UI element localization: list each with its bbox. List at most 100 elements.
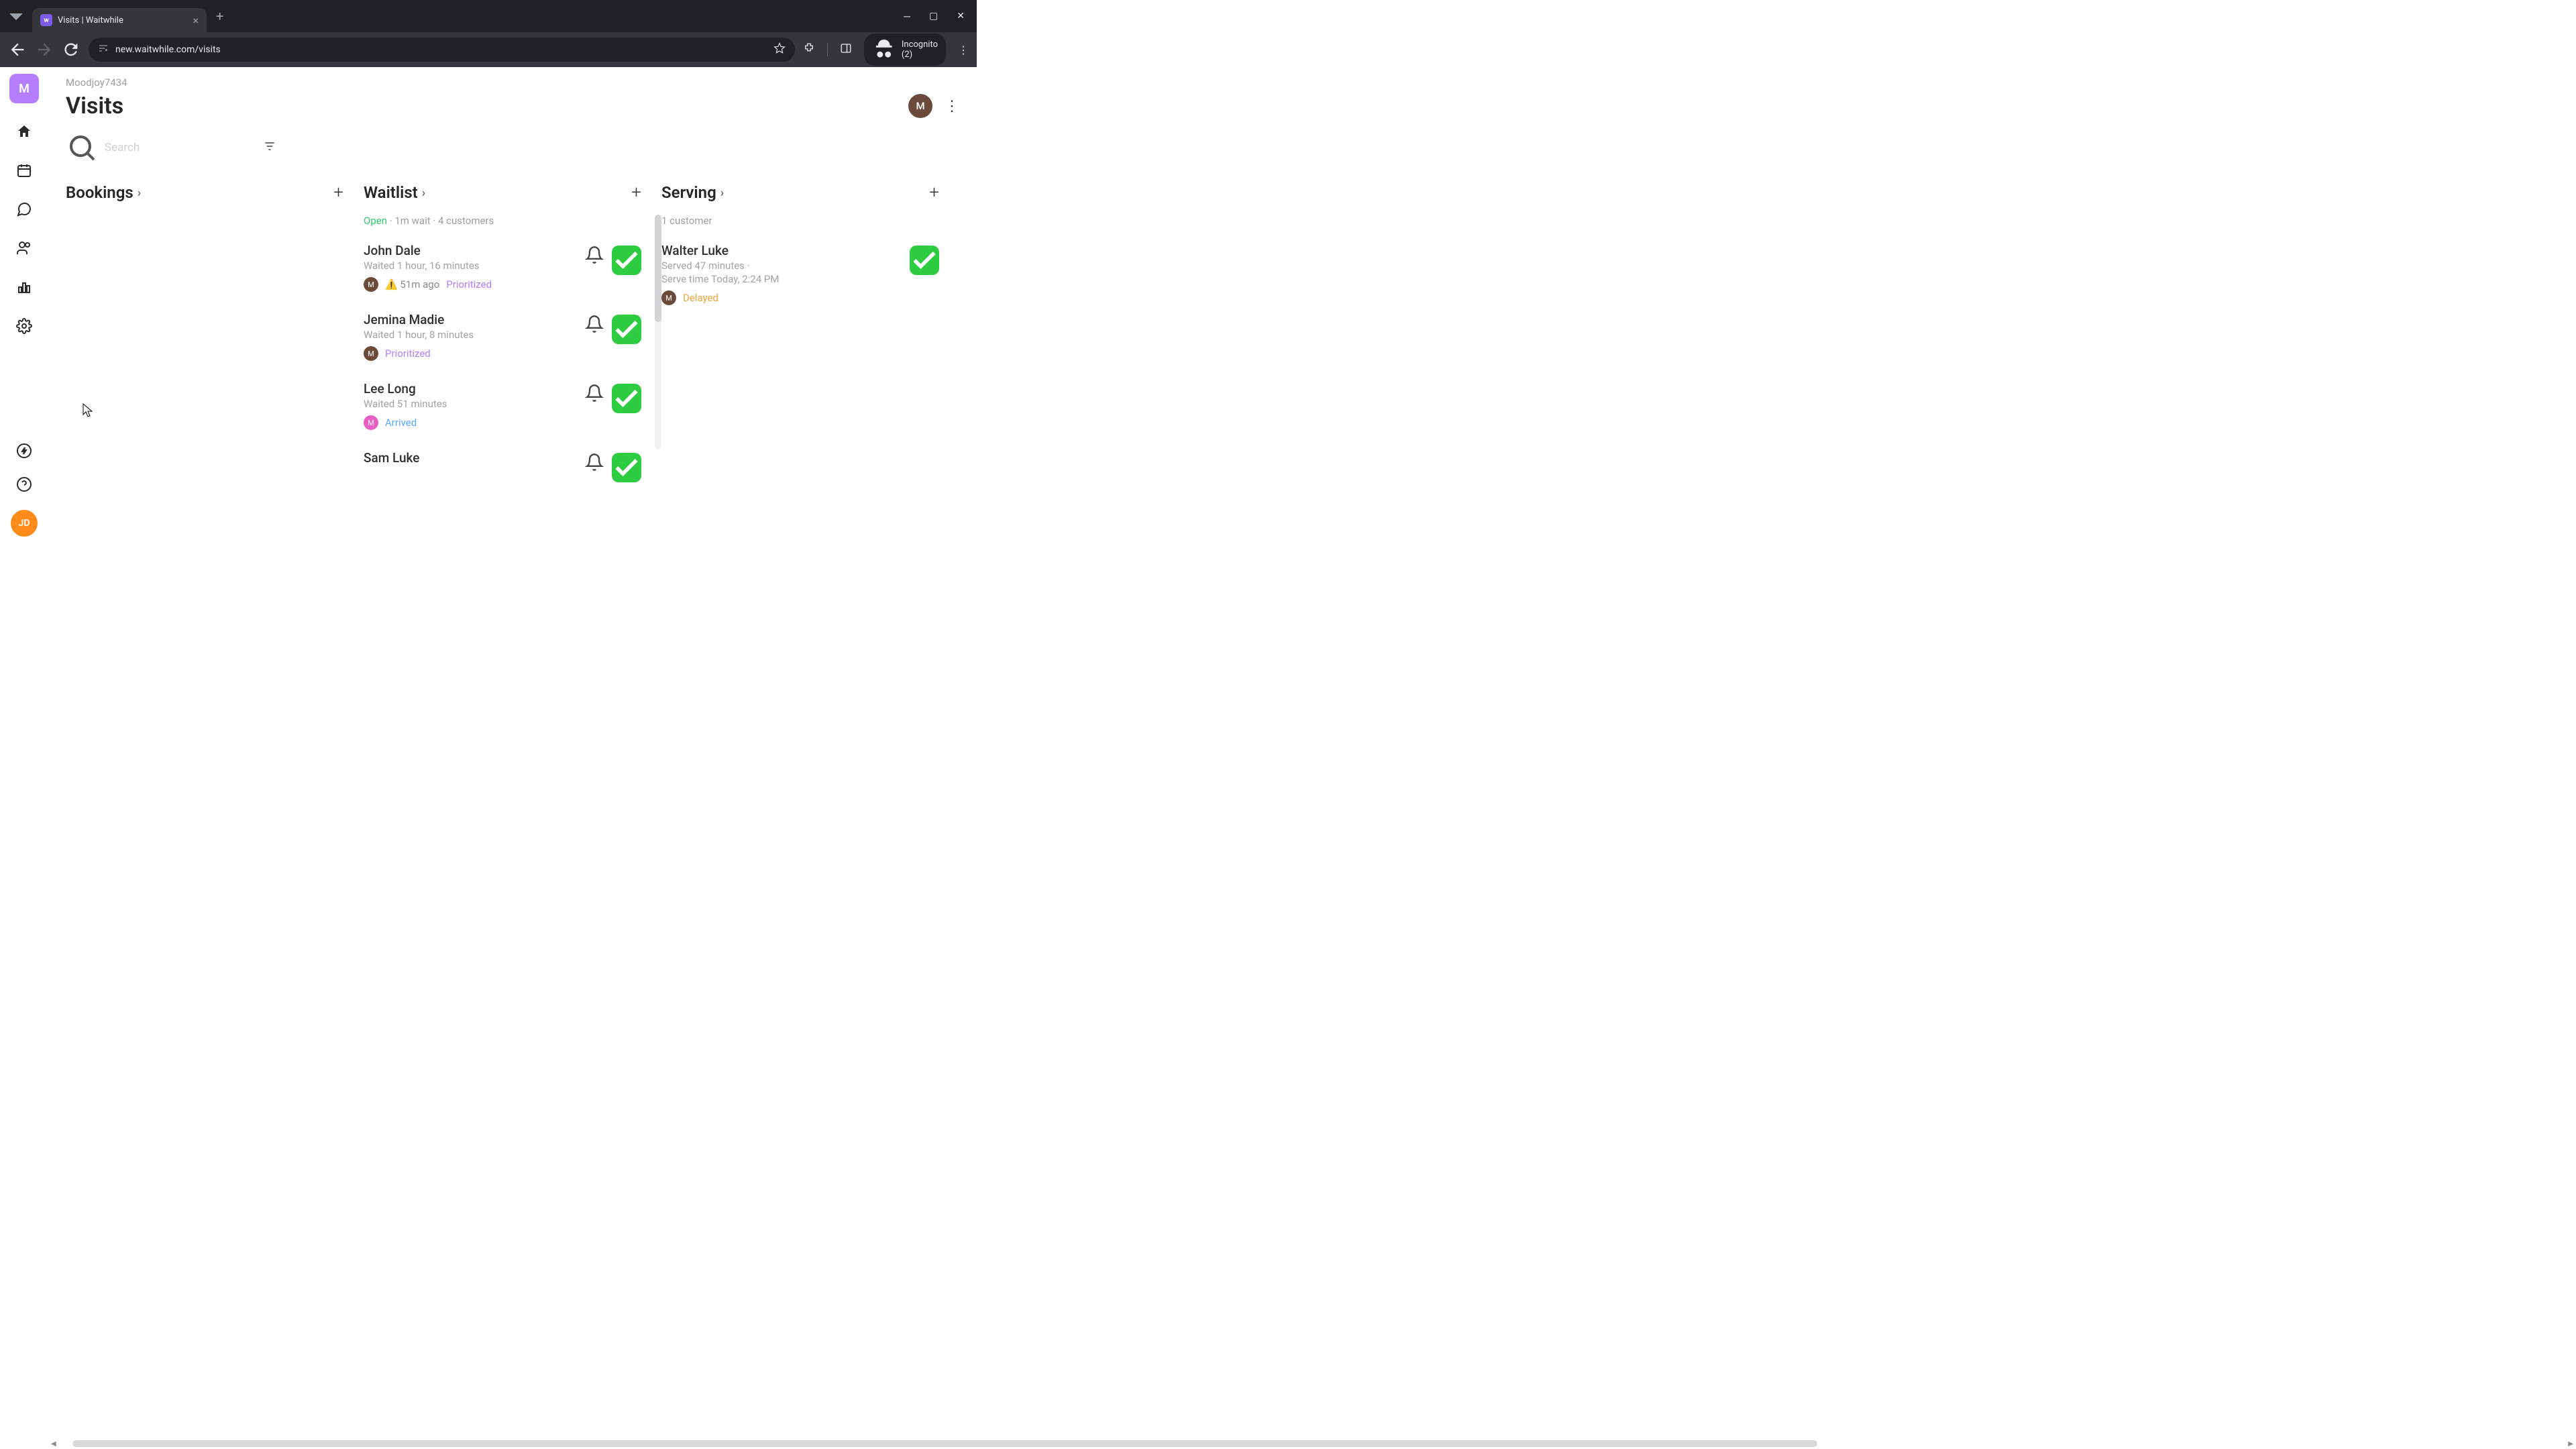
page-title: Visits — [66, 93, 123, 119]
browser-tab-strip: w Visits | Waitwhile × + ─ ▢ ✕ — [0, 0, 977, 32]
notify-button[interactable] — [585, 453, 604, 472]
resource-badge: M — [364, 277, 378, 292]
wait-time: Waited 1 hour, 16 minutes — [364, 260, 576, 272]
customer-name: John Dale — [364, 243, 576, 258]
waitlist-header[interactable]: Waitlist › — [364, 183, 425, 202]
url-text: new.waitwhile.com/visits — [115, 44, 221, 55]
serving-header[interactable]: Serving › — [661, 183, 724, 202]
customer-name: Sam Luke — [364, 450, 576, 466]
chevron-right-icon: › — [138, 186, 141, 200]
workspace-name: Moodjoy7434 — [66, 76, 959, 89]
waitlist-card[interactable]: Lee Long Waited 51 minutes M Arrived — [364, 374, 641, 443]
scroll-thumb[interactable] — [655, 215, 661, 322]
back-button[interactable] — [8, 40, 27, 59]
reload-button[interactable] — [62, 40, 80, 59]
scrollbar-vertical[interactable] — [655, 215, 661, 449]
settings-icon[interactable] — [16, 318, 32, 334]
status-tag: Prioritized — [385, 347, 431, 360]
complete-button[interactable] — [910, 246, 939, 275]
sidebar: M JD — [0, 67, 48, 547]
resource-badge: M — [364, 415, 378, 430]
customer-name: Walter Luke — [661, 243, 900, 258]
analytics-icon[interactable] — [16, 279, 32, 295]
close-icon[interactable]: × — [193, 14, 199, 27]
favicon-icon: w — [40, 14, 52, 26]
notify-button[interactable] — [585, 246, 604, 264]
status-tag: Arrived — [385, 417, 417, 429]
more-menu-icon[interactable]: ⋮ — [945, 98, 959, 115]
waitlist-card[interactable]: Jemina Madie Waited 1 hour, 8 minutes MP… — [364, 305, 641, 374]
bookmark-icon[interactable] — [773, 42, 786, 57]
site-settings-icon[interactable] — [98, 43, 109, 56]
add-serving-button[interactable]: + — [929, 182, 939, 203]
extensions-icon[interactable] — [803, 42, 815, 57]
incognito-label: Incognito (2) — [902, 40, 938, 60]
chat-icon[interactable] — [16, 201, 32, 217]
close-window-button[interactable]: ✕ — [957, 11, 965, 22]
tab-search-dropdown[interactable] — [0, 0, 32, 32]
serving-meta: 1 customer — [661, 215, 939, 227]
tab-title: Visits | Waitwhile — [58, 15, 187, 25]
search-box[interactable] — [66, 131, 254, 164]
address-bar[interactable]: new.waitwhile.com/visits — [89, 38, 795, 62]
resource-badge: M — [661, 290, 676, 305]
search-icon — [66, 131, 98, 164]
sidepanel-icon[interactable] — [840, 42, 852, 57]
window-controls: ─ ▢ ✕ — [904, 11, 977, 22]
new-tab-button[interactable]: + — [216, 8, 223, 24]
notify-button[interactable] — [585, 384, 604, 402]
scrollbar-horizontal[interactable]: ◀ ▶ — [48, 1438, 2576, 1449]
status-tag: Prioritized — [446, 278, 492, 290]
serving-list: Walter Luke Served 47 minutes · Serve ti… — [661, 236, 939, 319]
calendar-icon[interactable] — [16, 162, 32, 178]
column-bookings: Bookings › + — [66, 182, 364, 496]
main-content: Moodjoy7434 Visits M ⋮ Bookings — [48, 67, 977, 547]
users-icon[interactable] — [16, 240, 32, 256]
scroll-right-arrow[interactable]: ▶ — [2565, 1440, 2576, 1448]
add-booking-button[interactable]: + — [333, 182, 343, 203]
incognito-badge[interactable]: Incognito (2) — [864, 34, 946, 66]
filter-icon[interactable] — [263, 140, 276, 156]
serve-button[interactable] — [612, 384, 641, 413]
served-time: Served 47 minutes · — [661, 260, 900, 272]
wait-time: Waited 51 minutes — [364, 398, 576, 410]
column-serving: Serving › + 1 customer Walter Luke Serve… — [661, 182, 959, 496]
wait-time: Waited 1 hour, 8 minutes — [364, 329, 576, 341]
browser-toolbar: new.waitwhile.com/visits Incognito (2) ⋮ — [0, 32, 977, 67]
forward-button[interactable] — [35, 40, 54, 59]
home-icon[interactable] — [16, 123, 32, 140]
status-tag: Delayed — [683, 292, 718, 304]
waitlist-list: John Dale Waited 1 hour, 16 minutes M ⚠️ … — [364, 236, 641, 496]
serve-button[interactable] — [612, 453, 641, 482]
serve-button[interactable] — [612, 315, 641, 344]
serve-timestamp: Serve time Today, 2:24 PM — [661, 273, 900, 285]
column-waitlist: Waitlist › + Open · 1m wait · 4 customer… — [364, 182, 661, 496]
user-avatar-top[interactable]: M — [908, 94, 932, 118]
time-ago: ⚠️ 51m ago — [385, 278, 439, 290]
workspace-logo[interactable]: M — [9, 74, 39, 103]
waitlist-card[interactable]: Sam Luke — [364, 443, 641, 496]
separator — [827, 43, 828, 56]
maximize-button[interactable]: ▢ — [929, 11, 938, 22]
flash-icon[interactable] — [16, 443, 32, 459]
chevron-right-icon: › — [720, 186, 724, 200]
browser-tab-active[interactable]: w Visits | Waitwhile × — [32, 8, 207, 32]
minimize-button[interactable]: ─ — [904, 11, 910, 22]
scroll-left-arrow[interactable]: ◀ — [48, 1440, 59, 1448]
serve-button[interactable] — [612, 246, 641, 275]
resource-badge: M — [364, 346, 378, 361]
serving-card[interactable]: Walter Luke Served 47 minutes · Serve ti… — [661, 236, 939, 319]
add-waitlist-button[interactable]: + — [631, 182, 641, 203]
user-avatar-bottom[interactable]: JD — [11, 510, 38, 537]
bookings-header[interactable]: Bookings › — [66, 183, 141, 202]
chrome-menu-icon[interactable]: ⋮ — [958, 44, 969, 56]
search-input[interactable] — [105, 141, 254, 154]
customer-name: Jemina Madie — [364, 312, 576, 327]
chevron-right-icon: › — [422, 186, 425, 200]
waitlist-meta: Open · 1m wait · 4 customers — [364, 215, 641, 227]
hscroll-thumb[interactable] — [72, 1440, 1818, 1447]
customer-name: Lee Long — [364, 381, 576, 396]
waitlist-card[interactable]: John Dale Waited 1 hour, 16 minutes M ⚠️ … — [364, 236, 641, 305]
notify-button[interactable] — [585, 315, 604, 333]
help-icon[interactable] — [16, 476, 32, 492]
